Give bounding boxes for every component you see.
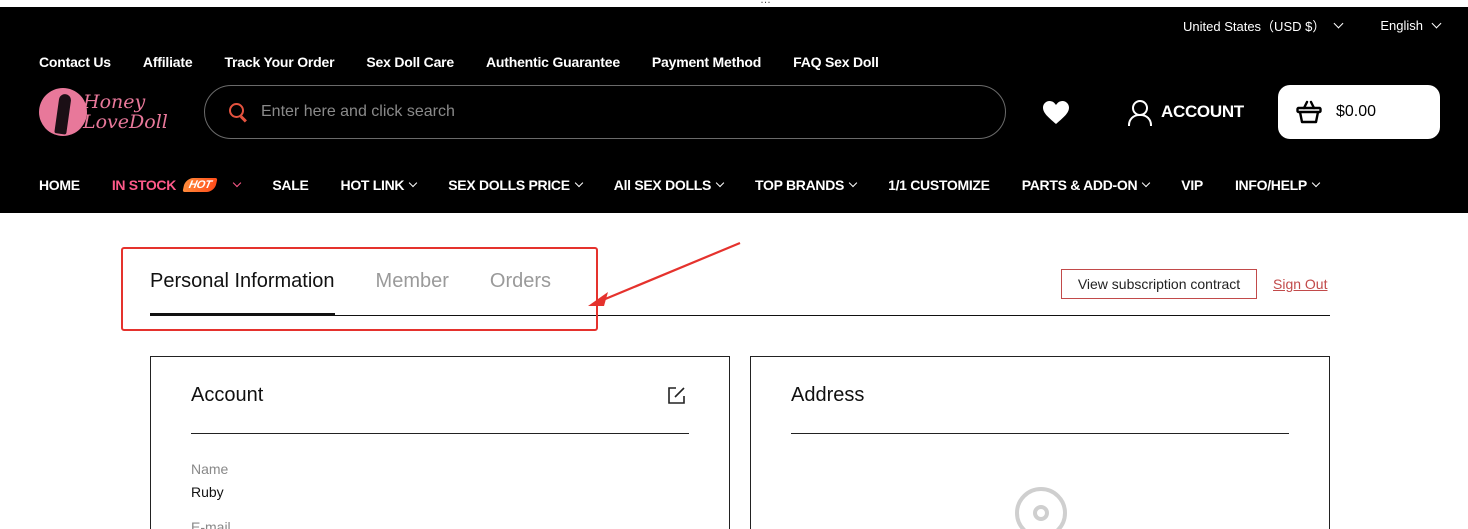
nav-customize[interactable]: 1/1 CUSTOMIZE bbox=[888, 177, 990, 193]
chevron-down-icon bbox=[1431, 18, 1442, 29]
annotation-arrow-icon bbox=[588, 241, 741, 306]
tab-orders[interactable]: Orders bbox=[490, 270, 551, 316]
search-icon[interactable] bbox=[229, 103, 247, 121]
top-strip-text: … bbox=[760, 0, 771, 6]
nav-top-brands[interactable]: TOP BRANDS bbox=[755, 177, 858, 193]
link-authentic-guarantee[interactable]: Authentic Guarantee bbox=[486, 54, 620, 70]
nav-parts[interactable]: PARTS & ADD-ON bbox=[1022, 177, 1151, 193]
link-track-order[interactable]: Track Your Order bbox=[224, 54, 334, 70]
hot-badge: HOT bbox=[182, 178, 218, 192]
wishlist-heart-icon[interactable] bbox=[1042, 100, 1070, 126]
user-icon bbox=[1127, 99, 1152, 126]
cart-button[interactable]: $0.00 bbox=[1278, 85, 1440, 139]
language-selector[interactable]: English bbox=[1380, 16, 1442, 35]
name-value: Ruby bbox=[191, 484, 224, 500]
nav-sale[interactable]: SALE bbox=[272, 177, 308, 193]
location-pin-icon bbox=[1015, 487, 1067, 529]
account-label: ACCOUNT bbox=[1161, 102, 1244, 121]
nav-in-stock[interactable]: IN STOCK HOT bbox=[112, 177, 242, 193]
link-payment-method[interactable]: Payment Method bbox=[652, 54, 761, 70]
chevron-down-icon bbox=[848, 178, 858, 188]
address-card-title: Address bbox=[791, 384, 865, 406]
language-label: English bbox=[1380, 18, 1423, 33]
view-subscription-button[interactable]: View subscription contract bbox=[1061, 269, 1257, 299]
sign-out-link[interactable]: Sign Out bbox=[1273, 276, 1327, 292]
nav-info-help[interactable]: INFO/HELP bbox=[1235, 177, 1321, 193]
nav-price[interactable]: SEX DOLLS PRICE bbox=[448, 177, 584, 193]
nav-home[interactable]: HOME bbox=[39, 177, 80, 193]
link-doll-care[interactable]: Sex Doll Care bbox=[366, 54, 454, 70]
link-contact-us[interactable]: Contact Us bbox=[39, 54, 111, 70]
tab-member[interactable]: Member bbox=[376, 270, 449, 316]
chevron-down-icon bbox=[1142, 178, 1151, 188]
logo-emblem-icon bbox=[39, 88, 87, 136]
account-card-title: Account bbox=[191, 384, 264, 406]
search-bar[interactable] bbox=[204, 85, 1006, 139]
tabs-divider bbox=[150, 315, 1330, 316]
nav-hot-link[interactable]: HOT LINK bbox=[341, 177, 418, 193]
nav-vip[interactable]: VIP bbox=[1181, 177, 1203, 193]
link-faq[interactable]: FAQ Sex Doll bbox=[793, 54, 879, 70]
chevron-down-icon bbox=[715, 178, 725, 188]
currency-label: United States（USD $） bbox=[1183, 19, 1326, 34]
chevron-down-icon bbox=[574, 178, 584, 188]
link-affiliate[interactable]: Affiliate bbox=[143, 54, 193, 70]
top-strip: … bbox=[0, 0, 1468, 7]
edit-icon[interactable] bbox=[667, 386, 686, 405]
chevron-down-icon bbox=[233, 178, 242, 188]
chevron-down-icon bbox=[1311, 178, 1321, 188]
utility-bar: United States（USD $） English bbox=[1183, 16, 1442, 35]
email-label: E-mail bbox=[191, 519, 231, 529]
site-logo[interactable]: Honey LoveDoll bbox=[39, 86, 189, 138]
search-input[interactable] bbox=[261, 103, 961, 121]
main-nav: HOME IN STOCK HOT SALE HOT LINK SEX DOLL… bbox=[39, 177, 1351, 193]
chevron-down-icon bbox=[1333, 18, 1344, 29]
name-label: Name bbox=[191, 461, 229, 477]
nav-all-dolls[interactable]: All SEX DOLLS bbox=[614, 177, 725, 193]
account-card-divider bbox=[191, 433, 689, 434]
currency-selector[interactable]: United States（USD $） bbox=[1183, 16, 1344, 35]
address-card: Address bbox=[750, 356, 1330, 529]
chevron-down-icon bbox=[409, 178, 418, 188]
tab-personal-information[interactable]: Personal Information bbox=[150, 270, 335, 316]
basket-icon bbox=[1296, 100, 1322, 124]
cart-amount: $0.00 bbox=[1336, 103, 1377, 120]
account-tabs: Personal Information Member Orders bbox=[150, 270, 551, 316]
address-card-divider bbox=[791, 433, 1289, 434]
quick-links: Contact Us Affiliate Track Your Order Se… bbox=[39, 54, 911, 70]
account-link[interactable]: ACCOUNT bbox=[1127, 99, 1244, 126]
site-header: United States（USD $） English Contact Us … bbox=[0, 7, 1468, 213]
account-card: Account Name Ruby E-mail bbox=[150, 356, 730, 529]
logo-wordmark: Honey LoveDoll bbox=[83, 91, 168, 133]
